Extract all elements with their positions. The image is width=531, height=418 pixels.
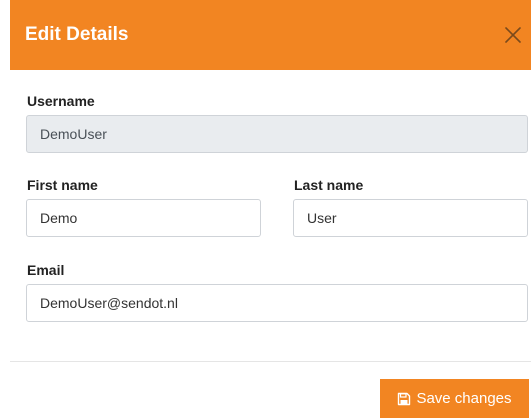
modal-title: Edit Details <box>25 24 129 45</box>
close-button[interactable] <box>501 23 525 47</box>
last-name-label: Last name <box>294 177 364 193</box>
save-changes-label: Save changes <box>416 390 512 407</box>
email-field[interactable] <box>26 284 528 322</box>
footer-divider <box>10 361 531 362</box>
save-icon <box>398 392 411 405</box>
first-name-label: First name <box>27 177 98 193</box>
modal-header: Edit Details <box>10 0 531 70</box>
email-label: Email <box>27 262 65 278</box>
first-name-field[interactable] <box>26 199 261 237</box>
edit-details-modal: Edit Details Username First name Last na… <box>0 0 531 418</box>
username-field[interactable] <box>26 115 528 153</box>
last-name-field[interactable] <box>293 199 528 237</box>
username-label: Username <box>27 93 95 109</box>
save-changes-button[interactable]: Save changes <box>380 379 529 418</box>
close-icon <box>505 27 521 43</box>
